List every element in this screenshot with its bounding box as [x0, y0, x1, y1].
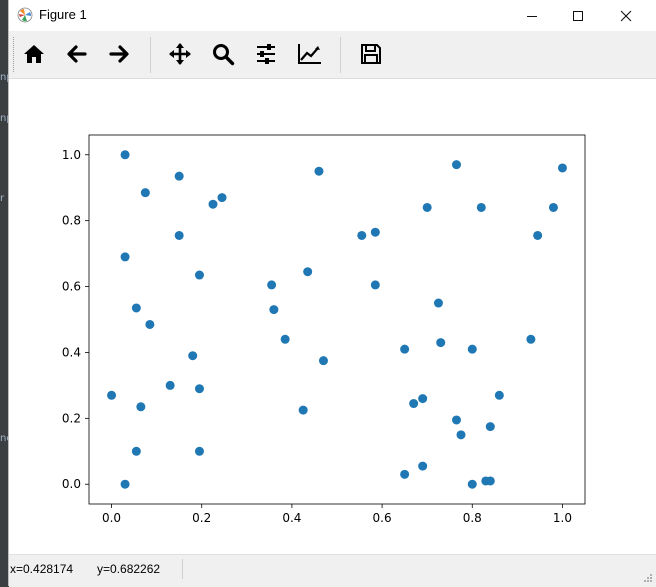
scatter-point [280, 334, 290, 344]
scatter-point [107, 390, 117, 400]
scatter-point [120, 479, 130, 489]
scatter-point [165, 380, 175, 390]
scatter-point [467, 344, 477, 354]
scatter-point [145, 319, 155, 329]
scatter-point [456, 430, 466, 440]
scatter-point [485, 476, 495, 486]
scatter-point [476, 202, 486, 212]
home-icon [24, 45, 44, 63]
toolbar-separator [340, 37, 341, 73]
pan-icon [169, 43, 191, 65]
title-bar: Figure 1 [9, 0, 656, 31]
background-fragment: r [0, 193, 5, 204]
status-divider [182, 559, 183, 579]
close-button[interactable] [603, 0, 649, 31]
scatter-point [269, 305, 279, 315]
scatter-point [422, 202, 432, 212]
scatter-point [131, 303, 141, 313]
scatter-point [303, 267, 313, 277]
forward-button[interactable] [101, 36, 137, 72]
scatter-point [194, 446, 204, 456]
scatter-point [267, 280, 277, 290]
scatter-point [400, 469, 410, 479]
figure-canvas[interactable]: 0.0 0.2 0.4 0.6 0.8 1.0 0.0 0.2 0.4 0.6 0.8 1.0 [9, 79, 656, 554]
minimize-icon [527, 15, 537, 17]
scatter-point [436, 338, 446, 348]
x-tick-label: 0.6 [373, 511, 392, 525]
close-icon [620, 10, 632, 21]
scatter-point [467, 479, 477, 489]
scatter-point [174, 230, 184, 240]
scatter-point [314, 166, 324, 176]
scatter-point [451, 415, 461, 425]
matplotlib-icon [17, 7, 33, 23]
home-button[interactable] [16, 36, 52, 72]
x-tick-label: 0.8 [463, 511, 482, 525]
scatter-point [400, 344, 410, 354]
scatter-point [357, 230, 367, 240]
minimize-button[interactable] [509, 0, 555, 31]
scatter-point [409, 399, 419, 409]
edit-axis-icon [298, 44, 321, 64]
y-tick-label: 0.6 [62, 280, 81, 294]
y-tick-label: 0.8 [62, 214, 81, 228]
y-tick-label: 0.4 [62, 345, 81, 359]
save-icon [361, 44, 381, 64]
scatter-point [494, 390, 504, 400]
cursor-y-readout: y=0.682262 [97, 562, 161, 576]
window-title: Figure 1 [39, 7, 87, 22]
figure-window: Figure 1 0.0 0.2 0.4 0.6 0.8 1.0 0.0 0.2… [8, 0, 656, 587]
x-tick-label: 1.0 [553, 511, 572, 525]
zoom-icon [213, 44, 235, 66]
save-button[interactable] [353, 36, 389, 72]
scatter-point [318, 356, 328, 366]
scatter-chart[interactable]: 0.0 0.2 0.4 0.6 0.8 1.0 0.0 0.2 0.4 0.6 0.8 1.0 [9, 79, 656, 554]
scatter-point [557, 163, 567, 173]
scatter-point [370, 280, 380, 290]
scatter-point [451, 160, 461, 170]
scatter-point [194, 270, 204, 280]
scatter-point [174, 171, 184, 181]
y-tick-label: 0.2 [62, 411, 81, 425]
y-tick-label: 1.0 [62, 148, 81, 162]
scatter-point [208, 199, 218, 209]
scatter-point [433, 298, 443, 308]
resize-grip-icon[interactable] [643, 573, 653, 583]
axes-frame [88, 134, 586, 505]
forward-arrow-icon [109, 45, 129, 63]
status-bar: x=0.428174 y=0.682262 [9, 554, 656, 587]
scatter-point [298, 405, 308, 415]
scatter-point [120, 150, 130, 160]
scatter-point [548, 202, 558, 212]
scatter-point [136, 402, 146, 412]
x-tick-label: 0.0 [102, 511, 121, 525]
scatter-point [526, 334, 536, 344]
scatter-point [533, 230, 543, 240]
cursor-x-readout: x=0.428174 [10, 562, 74, 576]
navigation-toolbar [9, 31, 656, 79]
maximize-icon [573, 10, 583, 21]
scatter-point [194, 384, 204, 394]
back-arrow-icon [67, 45, 87, 63]
pan-button[interactable] [162, 36, 198, 72]
scatter-point [120, 252, 130, 262]
scatter-point [418, 461, 428, 471]
scatter-point [131, 446, 141, 456]
maximize-button[interactable] [555, 0, 601, 31]
x-tick-label: 0.2 [192, 511, 211, 525]
scatter-point [370, 227, 380, 237]
scatter-point [188, 351, 198, 361]
edit-axis-button[interactable] [292, 36, 328, 72]
configure-subplots-icon [257, 44, 275, 64]
configure-subplots-button[interactable] [248, 36, 284, 72]
y-tick-label: 0.0 [62, 477, 81, 491]
scatter-point [140, 188, 150, 198]
zoom-button[interactable] [205, 36, 241, 72]
x-tick-label: 0.4 [282, 511, 301, 525]
scatter-point [485, 422, 495, 432]
toolbar-separator [150, 37, 151, 73]
back-button[interactable] [59, 36, 95, 72]
scatter-point [418, 394, 428, 404]
scatter-point [217, 193, 227, 203]
